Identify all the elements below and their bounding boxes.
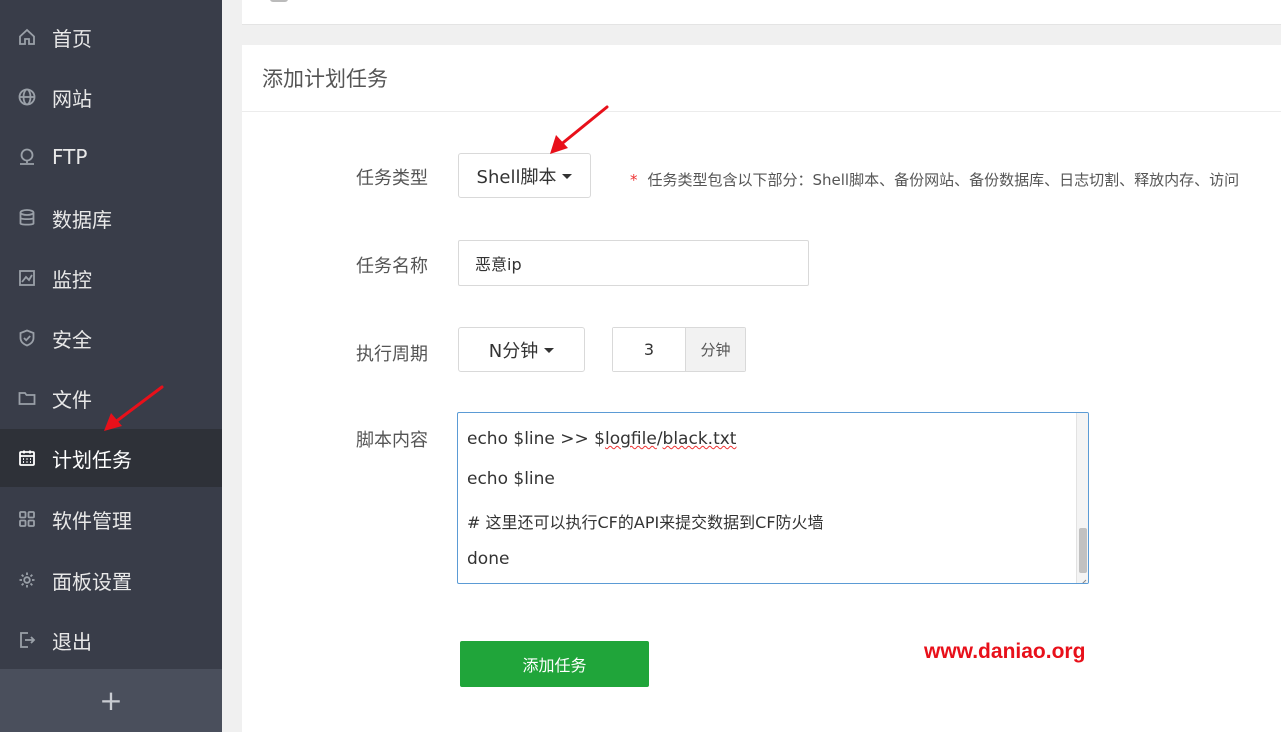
- task-type-label: 任务类型: [356, 168, 428, 189]
- sidebar-item-label: 数据库: [52, 207, 112, 232]
- monitor-icon: [16, 267, 38, 289]
- sidebar-item-logout[interactable]: 退出: [0, 611, 222, 669]
- shield-icon: [16, 327, 38, 349]
- calendar-icon: [16, 447, 38, 469]
- sidebar-item-security[interactable]: 安全: [0, 309, 222, 367]
- minutes-unit: 分钟: [686, 328, 745, 371]
- hint-text: 任务类型包含以下部分：Shell脚本、备份网站、备份数据库、日志切割、释放内存、…: [647, 171, 1240, 189]
- required-star: *: [630, 171, 638, 189]
- sidebar-item-crontab[interactable]: 计划任务: [0, 429, 222, 487]
- database-icon: [16, 207, 38, 229]
- logout-icon: [16, 629, 38, 651]
- home-icon: [16, 26, 38, 48]
- add-task-button[interactable]: 添加任务: [460, 641, 649, 687]
- gear-icon: [16, 569, 38, 591]
- task-type-hint: * 任务类型包含以下部分：Shell脚本、备份网站、备份数据库、日志切割、释放内存…: [630, 169, 1281, 190]
- sidebar-item-files[interactable]: 文件: [0, 369, 222, 427]
- sidebar-item-label: 面板设置: [52, 569, 132, 594]
- caret-down-icon: [544, 348, 555, 353]
- textarea-scrollbar[interactable]: [1076, 413, 1088, 583]
- add-button[interactable]: +: [0, 669, 222, 732]
- period-value: N分钟: [488, 340, 539, 362]
- sidebar: 首页 网站 FTP 数据库 监控 安全 文件 计划任务 软件管理 面板设置 退出…: [0, 0, 222, 732]
- ftp-icon: [16, 146, 38, 168]
- sidebar-item-label: 计划任务: [52, 447, 132, 472]
- sidebar-item-software[interactable]: 软件管理: [0, 490, 222, 548]
- resize-grip-icon[interactable]: [1077, 572, 1087, 583]
- sidebar-item-ftp[interactable]: FTP: [0, 128, 222, 186]
- script-line: # 这里还可以执行CF的API来提交数据到CF防火墙: [467, 513, 824, 532]
- sidebar-item-monitor[interactable]: 监控: [0, 249, 222, 307]
- script-label: 脚本内容: [356, 430, 428, 451]
- sidebar-item-website[interactable]: 网站: [0, 68, 222, 126]
- scroll-thumb[interactable]: [1079, 528, 1087, 573]
- script-line: echo $line: [467, 469, 555, 489]
- sidebar-item-label: 退出: [52, 629, 92, 654]
- script-textarea[interactable]: echo $line >> $logfile/black.txt echo $l…: [457, 412, 1089, 584]
- script-line: done: [467, 549, 510, 569]
- sidebar-item-label: 监控: [52, 267, 92, 292]
- sidebar-item-home[interactable]: 首页: [0, 8, 222, 66]
- script-line: echo $line >> $logfile/black.txt: [467, 429, 737, 449]
- sidebar-item-label: 文件: [52, 387, 92, 412]
- minutes-input[interactable]: [613, 328, 686, 371]
- sidebar-item-label: 安全: [52, 327, 92, 352]
- period-label: 执行周期: [356, 344, 428, 365]
- caret-down-icon: [562, 174, 573, 179]
- apps-icon: [16, 508, 38, 530]
- sidebar-item-database[interactable]: 数据库: [0, 189, 222, 247]
- card-title: 添加计划任务: [242, 45, 1281, 112]
- sidebar-item-label: 软件管理: [52, 508, 132, 533]
- task-name-input[interactable]: [458, 240, 809, 286]
- sidebar-item-label: 首页: [52, 26, 92, 51]
- sidebar-item-label: FTP: [52, 145, 88, 169]
- task-type-select[interactable]: Shell脚本: [458, 153, 591, 198]
- add-crontab-card: 添加计划任务 任务类型 Shell脚本 * 任务类型包含以下部分：Shell脚本、…: [242, 45, 1281, 732]
- task-name-label: 任务名称: [356, 256, 428, 277]
- minutes-group: 分钟: [612, 327, 746, 372]
- globe-icon: [16, 86, 38, 108]
- panel-icon: [270, 0, 288, 2]
- folder-icon: [16, 387, 38, 409]
- top-panel: [242, 0, 1281, 25]
- watermark: www.daniao.org: [924, 640, 1086, 663]
- task-type-value: Shell脚本: [476, 166, 557, 188]
- sidebar-item-label: 网站: [52, 86, 92, 111]
- plus-icon: +: [99, 684, 123, 717]
- period-select[interactable]: N分钟: [458, 327, 585, 372]
- sidebar-item-settings[interactable]: 面板设置: [0, 551, 222, 609]
